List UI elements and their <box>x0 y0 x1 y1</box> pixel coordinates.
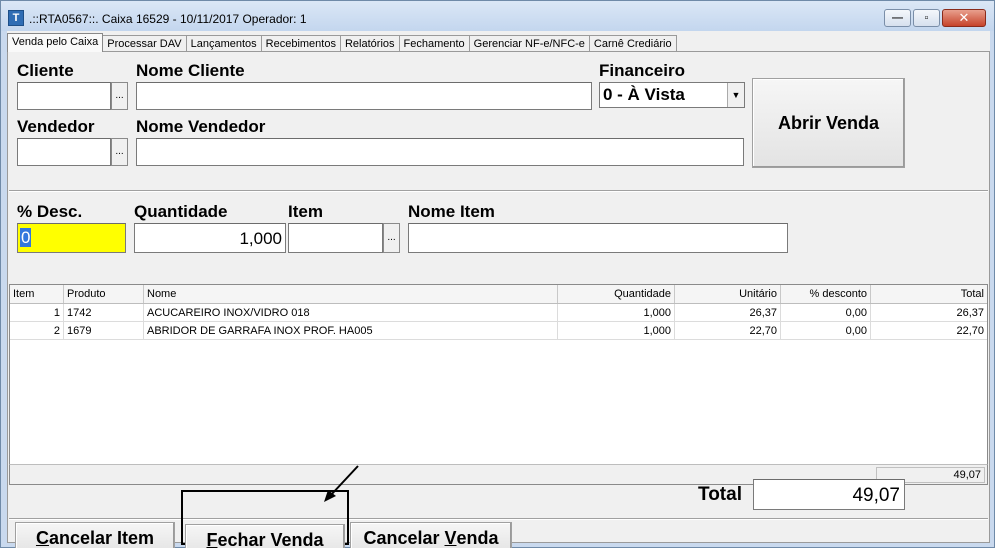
column-header-unitario[interactable]: Unitário <box>675 285 781 303</box>
tab-carne-crediario[interactable]: Carnê Crediário <box>588 35 677 52</box>
client-area: Venda pelo Caixa Processar DAV Lançament… <box>7 31 990 548</box>
column-header-nome[interactable]: Nome <box>144 285 558 303</box>
maximize-icon: ▫ <box>924 12 929 24</box>
column-header-quantidade[interactable]: Quantidade <box>558 285 675 303</box>
tab-gerenciar-nfe[interactable]: Gerenciar NF-e/NFC-e <box>468 35 590 52</box>
abrir-venda-button[interactable]: Abrir Venda <box>752 78 905 168</box>
fechar-venda-mnemonic: F <box>206 530 218 548</box>
cancelar-venda-button[interactable]: Cancelar Venda <box>350 522 512 548</box>
cell-item: 2 <box>10 322 64 339</box>
window-title: .::RTA0567::. Caixa 16529 - 10/11/2017 O… <box>29 12 307 26</box>
cell-total: 26,37 <box>956 307 984 319</box>
fechar-venda-label: echar Venda <box>217 530 324 548</box>
cliente-label: Cliente <box>17 61 74 80</box>
vendedor-input[interactable] <box>17 138 111 166</box>
cliente-input[interactable] <box>17 82 111 110</box>
cell-desconto: 0,00 <box>781 304 871 321</box>
column-header-item[interactable]: Item <box>10 285 64 303</box>
close-button[interactable]: ✕ <box>942 9 986 27</box>
vendedor-lookup-button[interactable]: ... <box>111 138 128 166</box>
cancelar-venda-mnemonic: V <box>444 528 457 548</box>
financeiro-label: Financeiro <box>599 61 685 80</box>
fechar-venda-button[interactable]: Fechar Venda <box>185 524 345 548</box>
desc-input[interactable]: 0 <box>17 223 126 253</box>
tab-processar-dav[interactable]: Processar DAV <box>102 35 187 52</box>
financeiro-select[interactable]: 0 - À Vista ▼ <box>599 82 745 108</box>
cell-produto: 1679 <box>64 322 144 339</box>
nome-item-input[interactable] <box>408 223 788 253</box>
venda-panel: Cliente ... Nome Cliente Financeiro 0 - … <box>7 51 990 548</box>
nome-item-label: Nome Item <box>408 202 495 221</box>
dropdown-arrow-icon[interactable]: ▼ <box>727 83 744 107</box>
nome-vendedor-input[interactable] <box>136 138 744 166</box>
cancelar-item-button[interactable]: Cancelar Item <box>15 522 175 548</box>
nome-cliente-label: Nome Cliente <box>136 61 245 80</box>
tab-recebimentos[interactable]: Recebimentos <box>260 35 341 52</box>
cancelar-venda-label-rest: enda <box>456 528 499 548</box>
table-row[interactable]: 1 1742 ACUCAREIRO INOX/VIDRO 018 1,000 2… <box>10 304 987 322</box>
cell-total: 22,70 <box>956 325 984 337</box>
close-icon: ✕ <box>958 10 970 25</box>
section-divider <box>9 190 988 192</box>
cell-unitario: 22,70 <box>675 322 781 339</box>
tab-lancamentos[interactable]: Lançamentos <box>185 35 262 52</box>
cancelar-item-label: ancelar Item <box>48 528 155 548</box>
minimize-icon: — <box>892 12 903 24</box>
cliente-lookup-button[interactable]: ... <box>111 82 128 110</box>
total-label: Total <box>698 484 742 505</box>
financeiro-value: 0 - À Vista <box>603 85 685 104</box>
app-logo-icon: T <box>8 10 24 26</box>
tab-fechamento[interactable]: Fechamento <box>398 35 470 52</box>
maximize-button[interactable]: ▫ <box>913 9 940 27</box>
item-lookup-button[interactable]: ... <box>383 223 400 253</box>
column-header-produto[interactable]: Produto <box>64 285 144 303</box>
table-row[interactable]: 2 1679 ABRIDOR DE GARRAFA INOX PROF. HA0… <box>10 322 987 340</box>
section-divider <box>9 518 988 520</box>
tab-relatorios[interactable]: Relatórios <box>339 35 400 52</box>
vendedor-label: Vendedor <box>17 117 95 136</box>
desc-label: % Desc. <box>17 202 83 221</box>
cell-produto: 1742 <box>64 304 144 321</box>
desc-value: 0 <box>20 228 32 247</box>
column-header-total[interactable]: Total <box>871 285 987 303</box>
cancelar-venda-label-pre: Cancelar <box>363 528 445 548</box>
quantidade-label: Quantidade <box>134 202 228 221</box>
tab-strip: Venda pelo Caixa Processar DAV Lançament… <box>7 33 677 52</box>
app-window: T .::RTA0567::. Caixa 16529 - 10/11/2017… <box>0 0 995 548</box>
grid-header: Item Produto Nome Quantidade Unitário % … <box>10 285 987 304</box>
cell-nome: ACUCAREIRO INOX/VIDRO 018 <box>144 304 558 321</box>
minimize-button[interactable]: — <box>884 9 911 27</box>
nome-vendedor-label: Nome Vendedor <box>136 117 266 136</box>
cell-unitario: 26,37 <box>675 304 781 321</box>
tab-venda-pelo-caixa[interactable]: Venda pelo Caixa <box>7 33 104 52</box>
item-label: Item <box>288 202 323 221</box>
cancelar-item-mnemonic: C <box>35 528 49 548</box>
nome-cliente-input[interactable] <box>136 82 592 110</box>
title-bar[interactable]: T .::RTA0567::. Caixa 16529 - 10/11/2017… <box>1 1 994 31</box>
cell-quantidade: 1,000 <box>558 304 675 321</box>
quantidade-input[interactable]: 1,000 <box>134 223 286 253</box>
item-input[interactable] <box>288 223 383 253</box>
cell-desconto: 0,00 <box>781 322 871 339</box>
cell-nome: ABRIDOR DE GARRAFA INOX PROF. HA005 <box>144 322 558 339</box>
items-grid[interactable]: Item Produto Nome Quantidade Unitário % … <box>9 284 988 465</box>
cell-quantidade: 1,000 <box>558 322 675 339</box>
window-controls: — ▫ ✕ <box>884 9 986 27</box>
column-header-desconto[interactable]: % desconto <box>781 285 871 303</box>
cell-item: 1 <box>10 304 64 321</box>
total-value: 49,07 <box>753 479 905 510</box>
